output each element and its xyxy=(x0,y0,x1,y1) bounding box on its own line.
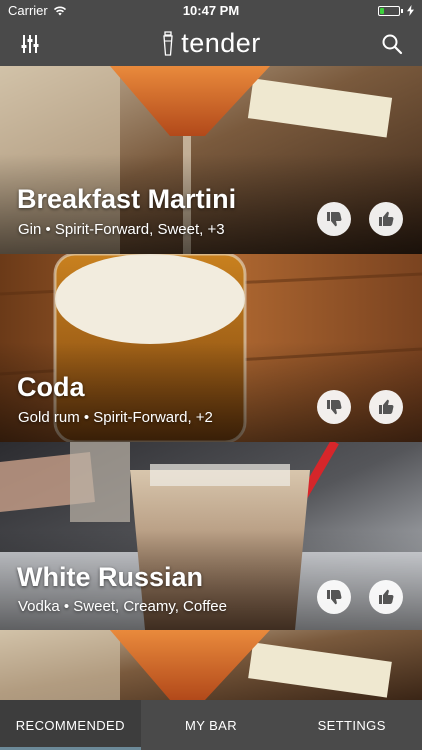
tab-my-bar[interactable]: MY BAR xyxy=(141,700,282,750)
app-title-text: tender xyxy=(181,28,261,58)
status-bar: Carrier 10:47 PM xyxy=(0,0,422,22)
cocktail-name: Coda xyxy=(17,372,85,402)
app-title: tender xyxy=(0,28,422,59)
charging-bolt-icon xyxy=(407,5,414,16)
cocktail-description: Gin • Spirit-Forward, Sweet, +3 xyxy=(18,221,225,238)
clock: 10:47 PM xyxy=(182,3,240,18)
dislike-button[interactable] xyxy=(317,202,351,236)
tab-settings[interactable]: SETTINGS xyxy=(281,700,422,750)
cocktail-description: Vodka • Sweet, Creamy, Coffee xyxy=(18,598,227,615)
thumbs-down-icon xyxy=(327,212,342,227)
tab-label: MY BAR xyxy=(185,717,238,733)
battery-icon xyxy=(378,5,400,16)
cocktail-card[interactable]: Coda Gold rum • Spirit-Forward, +2 xyxy=(0,254,422,442)
dislike-button[interactable] xyxy=(317,390,351,424)
cocktail-name: Breakfast Martini xyxy=(17,184,237,214)
tab-bar: RECOMMENDED MY BAR SETTINGS xyxy=(0,700,422,750)
cocktail-shaker-icon xyxy=(163,30,173,56)
tab-recommended[interactable]: RECOMMENDED xyxy=(0,700,141,750)
battery-level xyxy=(380,7,384,14)
cocktail-photo xyxy=(0,630,422,700)
like-button[interactable] xyxy=(369,202,403,236)
dislike-button[interactable] xyxy=(317,580,351,614)
tab-label: SETTINGS xyxy=(317,717,386,733)
cocktail-card[interactable]: White Russian Vodka • Sweet, Creamy, Cof… xyxy=(0,442,422,630)
tab-label: RECOMMENDED xyxy=(15,717,125,733)
thumbs-up-icon xyxy=(379,589,394,604)
search-icon[interactable] xyxy=(380,32,404,56)
thumbs-down-icon xyxy=(327,590,342,605)
cocktail-card-partial[interactable] xyxy=(0,630,422,700)
thumbs-up-icon xyxy=(379,399,394,414)
cocktail-description: Gold rum • Spirit-Forward, +2 xyxy=(18,409,213,426)
cocktail-card[interactable]: Breakfast Martini Gin • Spirit-Forward, … xyxy=(0,66,422,254)
battery-tip xyxy=(401,8,403,13)
thumbs-down-icon xyxy=(327,400,342,415)
battery-group xyxy=(378,5,414,16)
thumbs-up-icon xyxy=(379,211,394,226)
nav-bar: tender xyxy=(0,22,422,66)
like-button[interactable] xyxy=(369,390,403,424)
like-button[interactable] xyxy=(369,580,403,614)
cocktail-name: White Russian xyxy=(17,562,204,592)
